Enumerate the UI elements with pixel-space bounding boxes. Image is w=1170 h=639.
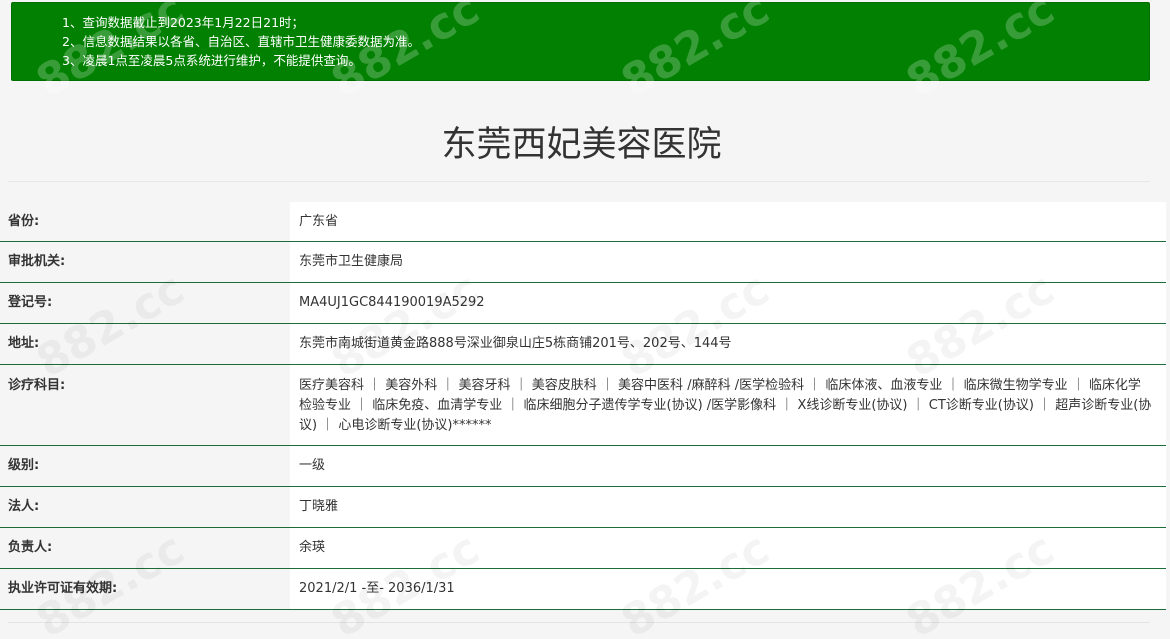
row-value: 一级 (290, 446, 1166, 486)
info-table: 省份: 广东省 审批机关: 东莞市卫生健康局 登记号: MA4UJ1GC8441… (0, 202, 1166, 610)
row-value: 东莞市南城街道黄金路888号深业御泉山庄5栋商铺201号、202号、144号 (290, 324, 1166, 364)
row-value: 医疗美容科 ｜ 美容外科 ｜ 美容牙科 ｜ 美容皮肤科 ｜ 美容中医科 /麻醉科… (290, 365, 1166, 445)
table-row-person-in-charge: 负责人: 余瑛 (0, 528, 1166, 569)
table-row-departments: 诊疗科目: 医疗美容科 ｜ 美容外科 ｜ 美容牙科 ｜ 美容皮肤科 ｜ 美容中医… (0, 365, 1166, 446)
row-value: 丁晓雅 (290, 487, 1166, 527)
table-row-province: 省份: 广东省 (0, 202, 1166, 242)
table-row-license-validity: 执业许可证有效期: 2021/2/1 -至- 2036/1/31 (0, 569, 1166, 610)
row-label: 诊疗科目: (0, 365, 290, 445)
table-row-registration-number: 登记号: MA4UJ1GC844190019A5292 (0, 283, 1166, 324)
row-label: 登记号: (0, 283, 290, 323)
row-label: 省份: (0, 202, 290, 241)
row-value: 广东省 (290, 202, 1166, 241)
row-label: 法人: (0, 487, 290, 527)
table-row-level: 级别: 一级 (0, 446, 1166, 487)
hospital-info-page: 1、查询数据截止到2023年1月22日21时； 2、信息数据结果以各省、自治区、… (0, 0, 1170, 639)
bottom-divider (8, 622, 1150, 623)
notice-line-1: 1、查询数据截止到2023年1月22日21时； (62, 15, 305, 30)
notice-line-3: 3、凌晨1点至凌晨5点系统进行维护，不能提供查询。 (62, 53, 361, 68)
page-title: 东莞西妃美容医院 (441, 125, 722, 165)
table-row-approval-authority: 审批机关: 东莞市卫生健康局 (0, 242, 1166, 283)
table-row-address: 地址: 东莞市南城街道黄金路888号深业御泉山庄5栋商铺201号、202号、14… (0, 324, 1166, 365)
row-label: 级别: (0, 446, 290, 486)
title-divider (8, 181, 1150, 182)
row-value: MA4UJ1GC844190019A5292 (290, 283, 1166, 323)
row-value: 2021/2/1 -至- 2036/1/31 (290, 569, 1166, 609)
row-label: 负责人: (0, 528, 290, 568)
row-value: 东莞市卫生健康局 (290, 242, 1166, 282)
row-value: 余瑛 (290, 528, 1166, 568)
table-row-legal-person: 法人: 丁晓雅 (0, 487, 1166, 528)
row-label: 审批机关: (0, 242, 290, 282)
row-label: 执业许可证有效期: (0, 569, 290, 609)
notice-line-2: 2、信息数据结果以各省、自治区、直辖市卫生健康委数据为准。 (62, 34, 420, 49)
notice-banner: 1、查询数据截止到2023年1月22日21时； 2、信息数据结果以各省、自治区、… (11, 2, 1150, 81)
row-label: 地址: (0, 324, 290, 364)
